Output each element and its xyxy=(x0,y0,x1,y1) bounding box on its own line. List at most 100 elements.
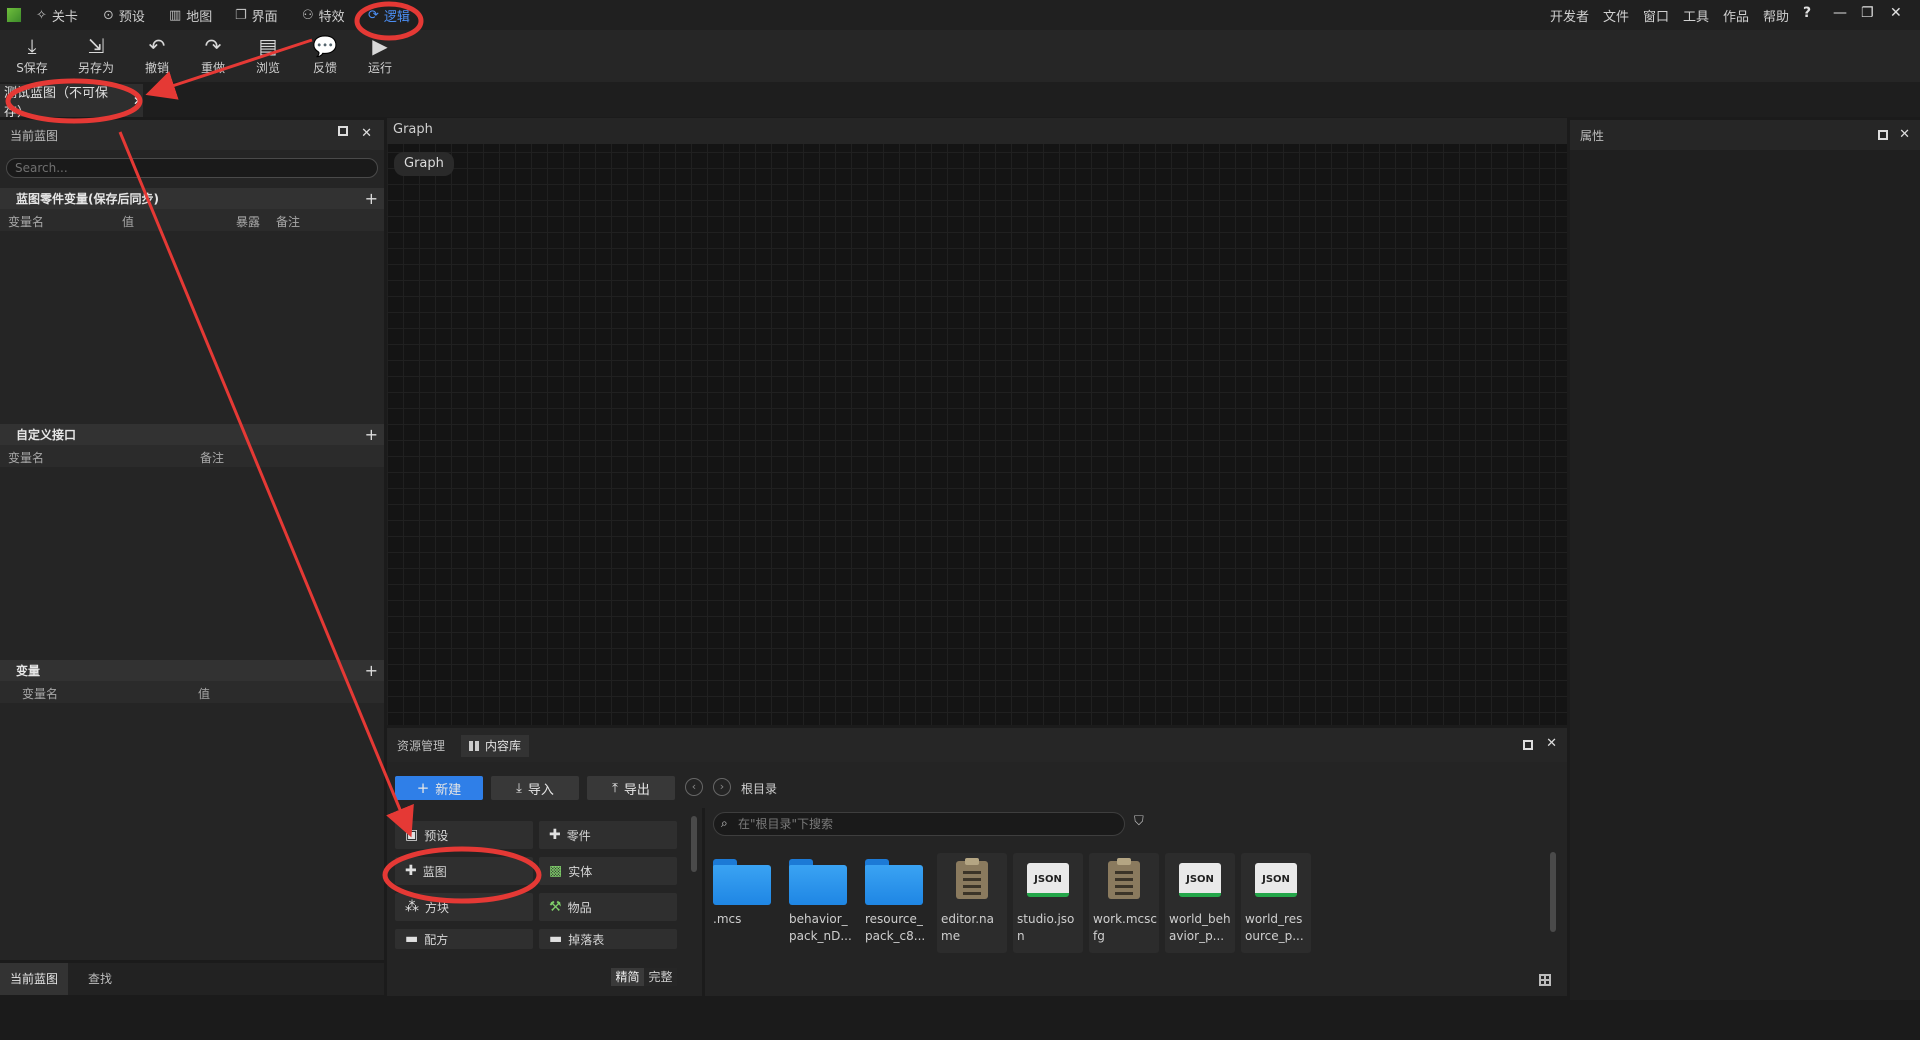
menu-window[interactable]: 窗口 xyxy=(1643,6,1669,25)
save-as-button[interactable]: ⇲ 另存为 xyxy=(71,33,121,79)
add-icon[interactable]: + xyxy=(365,661,378,680)
category-scrollbar[interactable] xyxy=(691,816,697,872)
section-custom-interface[interactable]: 自定义接口 + xyxy=(0,424,384,445)
tab-find[interactable]: 查找 xyxy=(78,963,122,995)
block-icon: ⁂ xyxy=(405,899,419,915)
grid-icon xyxy=(469,741,479,751)
column-header: 变量名 xyxy=(8,215,45,229)
graph-canvas[interactable] xyxy=(387,120,1567,725)
browse-button[interactable]: ▤ 浏览 xyxy=(243,33,293,79)
file-item[interactable]: resource_pack_c8... xyxy=(861,853,931,953)
ui-icon: ❐ xyxy=(235,7,247,23)
category-entity[interactable]: ▩ 实体 xyxy=(539,857,677,885)
content-search-input[interactable]: ⌕ 在"根目录"下搜索 xyxy=(713,812,1125,836)
forward-icon[interactable]: › xyxy=(713,778,731,796)
file-item[interactable]: JSON studio.json xyxy=(1013,853,1083,953)
filter-icon[interactable]: ⛉ xyxy=(1134,814,1144,829)
category-preset[interactable]: ▣ 预设 xyxy=(395,821,533,849)
maximize-panel-icon[interactable] xyxy=(1878,130,1888,140)
file-item[interactable]: editor.name xyxy=(937,853,1007,953)
blueprint-icon: ✚ xyxy=(405,863,417,879)
recipe-icon: ▬ xyxy=(405,931,419,947)
grid-view-icon[interactable] xyxy=(1539,974,1551,986)
document-tab[interactable]: 测试蓝图（不可保存） ✕ xyxy=(0,84,143,120)
tab-logic[interactable]: ⟳ 逻辑 xyxy=(362,3,416,27)
redo-button[interactable]: ↷ 重做 xyxy=(188,33,238,79)
panel-divider[interactable] xyxy=(702,808,705,996)
restore-icon[interactable]: ❐ xyxy=(1861,5,1874,21)
entity-icon: ▩ xyxy=(549,863,563,879)
category-loot-table[interactable]: ▬ 掉落表 xyxy=(539,929,677,949)
save-button[interactable]: ⤓ S保存 xyxy=(7,33,57,79)
column-header: 变量名 xyxy=(22,687,59,701)
graph-breadcrumb[interactable]: Graph xyxy=(394,152,454,176)
category-part[interactable]: ✚ 零件 xyxy=(539,821,677,849)
close-panel-icon[interactable]: ✕ xyxy=(1546,736,1557,751)
column-header: 变量名 xyxy=(8,451,45,465)
section-variables[interactable]: 变量 + xyxy=(0,660,384,681)
resource-panel-header: 资源管理 内容库 ✕ xyxy=(387,728,1567,762)
loot-table-icon: ▬ xyxy=(549,931,563,947)
menu-tools[interactable]: 工具 xyxy=(1683,6,1709,25)
file-item[interactable]: JSON world_behavior_p... xyxy=(1165,853,1235,953)
close-tab-icon[interactable]: ✕ xyxy=(133,94,143,108)
column-header: 备注 xyxy=(276,215,301,229)
add-icon[interactable]: + xyxy=(365,425,378,444)
section-blueprint-vars[interactable]: 蓝图零件变量(保存后同步) + xyxy=(0,188,384,209)
view-mode-full[interactable]: 完整 xyxy=(644,968,677,986)
import-button[interactable]: ⤓ 导入 xyxy=(491,776,579,800)
run-button[interactable]: ▶ 运行 xyxy=(355,33,405,79)
export-button[interactable]: ⤒ 导出 xyxy=(587,776,675,800)
item-icon: ⚒ xyxy=(549,899,562,915)
current-path[interactable]: 根目录 xyxy=(741,780,777,797)
table-header: 变量名 值 暴露 备注 xyxy=(0,209,384,231)
new-button[interactable]: + 新建 xyxy=(395,776,483,800)
tab-effects[interactable]: ⚇ 特效 xyxy=(296,3,351,27)
blueprint-search-input[interactable]: Search... xyxy=(6,158,378,178)
tab-ui[interactable]: ❐ 界面 xyxy=(229,3,284,27)
close-panel-icon[interactable]: ✕ xyxy=(1899,127,1910,142)
menu-file[interactable]: 文件 xyxy=(1603,6,1629,25)
undo-icon: ↶ xyxy=(148,34,166,58)
undo-button[interactable]: ↶ 撤销 xyxy=(132,33,182,79)
help-icon[interactable]: ? xyxy=(1803,5,1811,21)
view-mode-compact[interactable]: 精简 xyxy=(611,968,644,986)
json-file-icon: JSON xyxy=(1255,863,1297,897)
column-header: 暴露 xyxy=(236,215,261,229)
file-label: world_resource_p... xyxy=(1245,912,1304,943)
category-blueprint[interactable]: ✚ 蓝图 xyxy=(395,857,533,885)
back-icon[interactable]: ‹ xyxy=(685,778,703,796)
save-as-icon: ⇲ xyxy=(87,34,105,58)
plus-icon: + xyxy=(416,779,430,797)
file-label: .mcs xyxy=(713,912,742,926)
category-item[interactable]: ⚒ 物品 xyxy=(539,893,677,921)
category-recipe[interactable]: ▬ 配方 xyxy=(395,929,533,949)
tab-content-library[interactable]: 内容库 xyxy=(461,735,530,757)
file-label: editor.name xyxy=(941,912,994,943)
tab-level[interactable]: ✧ 关卡 xyxy=(30,3,84,27)
file-item[interactable]: behavior_pack_nD... xyxy=(785,853,855,953)
menu-works[interactable]: 作品 xyxy=(1723,6,1749,25)
tab-map[interactable]: ▥ 地图 xyxy=(163,3,218,27)
view-mode-toggle: 精简 完整 xyxy=(611,968,677,986)
file-item[interactable]: JSON world_resource_p... xyxy=(1241,853,1311,953)
json-file-icon: JSON xyxy=(1179,863,1221,897)
file-scrollbar[interactable] xyxy=(1550,852,1556,932)
maximize-panel-icon[interactable] xyxy=(1523,740,1533,750)
tab-current-blueprint[interactable]: 当前蓝图 xyxy=(0,963,69,995)
file-item[interactable]: work.mcscfg xyxy=(1089,853,1159,953)
maximize-panel-icon[interactable] xyxy=(338,126,348,136)
import-icon: ⤓ xyxy=(516,780,522,796)
close-window-icon[interactable]: ✕ xyxy=(1890,5,1902,21)
tab-preset[interactable]: ⊙ 预设 xyxy=(97,3,151,27)
folder-icon xyxy=(713,859,771,905)
menu-help[interactable]: 帮助 xyxy=(1763,6,1789,25)
category-block[interactable]: ⁂ 方块 xyxy=(395,893,533,921)
feedback-button[interactable]: 💬 反馈 xyxy=(300,33,350,79)
menu-developer[interactable]: 开发者 xyxy=(1550,6,1589,25)
file-item[interactable]: .mcs xyxy=(709,853,779,953)
add-icon[interactable]: + xyxy=(365,189,378,208)
close-panel-icon[interactable]: ✕ xyxy=(361,126,372,141)
minimize-icon[interactable]: — xyxy=(1833,5,1847,21)
tab-resource-manager[interactable]: 资源管理 xyxy=(389,735,453,757)
